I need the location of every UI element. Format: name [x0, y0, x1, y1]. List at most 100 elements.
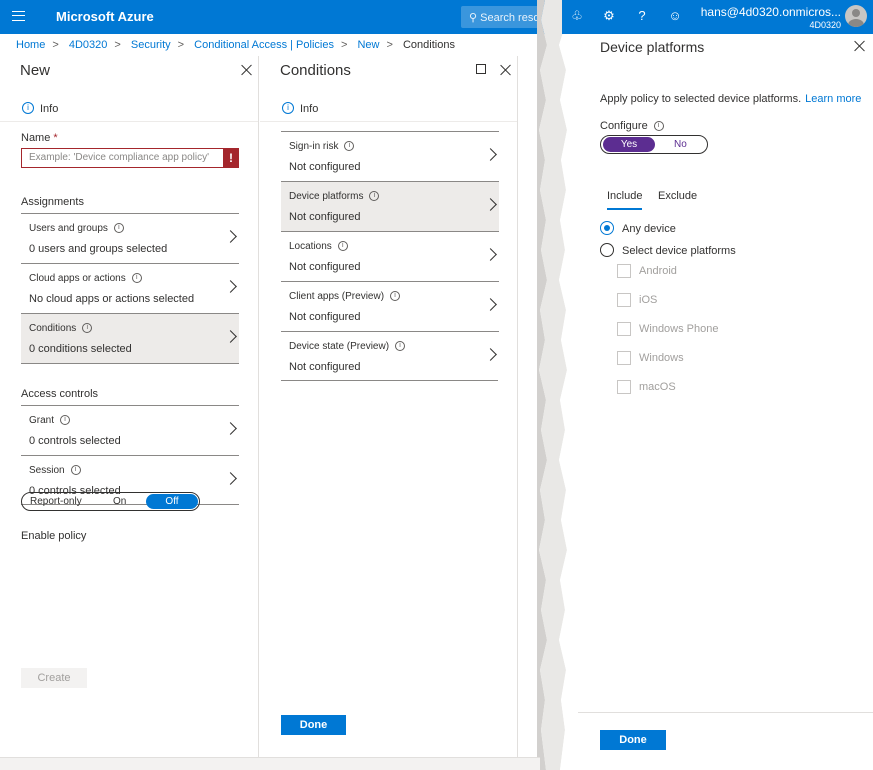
panel-title: Device platforms [600, 39, 705, 55]
divider [21, 363, 239, 364]
configure-toggle[interactable]: Yes No [600, 135, 708, 154]
info-icon: i [395, 341, 406, 352]
yes-option[interactable]: Yes [603, 137, 655, 152]
chevron-right-icon [224, 472, 237, 485]
torn-edge-divider [537, 0, 575, 770]
chevron-right-icon [484, 248, 497, 261]
info-row[interactable]: i Info [0, 94, 258, 122]
windows-label: Windows [639, 352, 684, 364]
ios-label: iOS [639, 294, 658, 306]
ios-checkbox[interactable] [617, 293, 631, 307]
tab-include[interactable]: Include [607, 190, 643, 210]
hamburger-menu-icon[interactable] [12, 11, 25, 21]
windows-phone-checkbox[interactable] [617, 322, 631, 336]
info-icon: i [282, 102, 294, 114]
breadcrumb-conditions: Conditions [402, 39, 455, 51]
account-email: hans@4d0320.onmicros... [700, 5, 841, 19]
sign-in-risk-item[interactable]: Sign-in risk i Not configured [281, 131, 499, 181]
account-info[interactable]: hans@4d0320.onmicros... 4D0320 [701, 5, 841, 30]
item-title: Client apps (Preview) i [289, 291, 401, 302]
select-platforms-label: Select device platforms [622, 245, 736, 257]
name-input[interactable]: Example: 'Device compliance app policy' … [21, 148, 239, 168]
avatar[interactable] [845, 5, 867, 27]
brand-title[interactable]: Microsoft Azure [56, 9, 154, 24]
breadcrumb-tenant[interactable]: 4D0320 [69, 39, 108, 51]
locations-item[interactable]: Locations i Not configured [281, 231, 499, 281]
chevron-right-icon [224, 422, 237, 435]
item-title: Locations i [289, 241, 348, 252]
error-icon: ! [223, 148, 239, 168]
done-button[interactable]: Done [281, 715, 346, 735]
any-device-label: Any device [622, 223, 676, 235]
search-icon: ⚲ [469, 12, 478, 24]
any-device-radio[interactable] [600, 221, 614, 235]
account-tenant: 4D0320 [809, 20, 841, 30]
item-title: Device state (Preview) i [289, 341, 406, 352]
chevron-right-icon [484, 348, 497, 361]
android-checkbox[interactable] [617, 264, 631, 278]
gear-icon[interactable]: ⚙ [602, 9, 616, 23]
grant-item[interactable]: Grant i 0 controls selected [21, 405, 239, 455]
chevron-right-icon: > [340, 39, 348, 51]
windows-checkbox[interactable] [617, 351, 631, 365]
info-icon: i [653, 121, 664, 132]
option-report-only[interactable]: Report-only [30, 496, 82, 507]
conditions-item[interactable]: Conditions i 0 conditions selected [21, 313, 239, 363]
learn-more-link[interactable]: Learn more [805, 93, 861, 105]
bell-icon[interactable]: ♧ [570, 9, 584, 23]
breadcrumb-policies[interactable]: Conditional Access | Policies [194, 39, 334, 51]
close-icon[interactable] [241, 64, 253, 76]
client-apps-item[interactable]: Client apps (Preview) i Not configured [281, 281, 499, 331]
tab-exclude[interactable]: Exclude [658, 190, 697, 208]
item-title: Cloud apps or actions i [29, 273, 142, 284]
maximize-icon[interactable] [476, 64, 486, 74]
cloud-apps-item[interactable]: Cloud apps or actions i No cloud apps or … [21, 263, 239, 313]
item-title: Conditions i [29, 323, 93, 334]
breadcrumb-home[interactable]: Home [16, 39, 45, 51]
create-button[interactable]: Create [21, 668, 87, 688]
option-off[interactable]: Off [146, 494, 198, 509]
item-value: Not configured [289, 361, 361, 373]
chevron-right-icon [224, 230, 237, 243]
smiley-feedback-icon[interactable]: ☺ [668, 9, 682, 23]
top-bar-right: ♧ ⚙ ? ☺ hans@4d0320.onmicros... 4D0320 [562, 0, 873, 34]
blade-title: Conditions [280, 62, 351, 79]
item-title: Users and groups i [29, 223, 124, 234]
configure-label: Configure i [600, 120, 664, 132]
enable-policy-toggle[interactable]: Report-only On Off [21, 492, 200, 511]
no-option[interactable]: No [674, 139, 687, 150]
info-icon: i [344, 141, 355, 152]
breadcrumb-new[interactable]: New [357, 39, 379, 51]
new-policy-blade: New i Info Name * Example: 'Device compl… [0, 56, 259, 768]
item-value: 0 conditions selected [29, 343, 132, 355]
device-platforms-item[interactable]: Device platforms i Not configured [281, 181, 499, 231]
windows-phone-label: Windows Phone [639, 323, 719, 335]
info-icon: i [22, 102, 34, 114]
info-icon: i [131, 273, 142, 284]
chevron-right-icon [224, 330, 237, 343]
close-icon[interactable] [854, 40, 866, 52]
done-button[interactable]: Done [600, 730, 666, 750]
name-placeholder: Example: 'Device compliance app policy' [29, 152, 210, 163]
close-icon[interactable] [500, 64, 512, 76]
device-state-item[interactable]: Device state (Preview) i Not configured [281, 331, 499, 381]
panel-description: Apply policy to selected device platform… [600, 93, 862, 105]
top-bar: Microsoft Azure ⚲ Search reso [0, 0, 561, 34]
option-on[interactable]: On [113, 496, 126, 507]
info-row[interactable]: i Info [260, 94, 517, 122]
info-icon: i [82, 323, 93, 334]
info-icon: i [113, 223, 124, 234]
required-mark: * [53, 132, 58, 144]
conditions-blade: Conditions i Info Sign-in risk i Not conf… [260, 56, 518, 768]
divider [281, 380, 498, 381]
blade-title: New [20, 62, 51, 79]
select-platforms-radio[interactable] [600, 243, 614, 257]
users-and-groups-item[interactable]: Users and groups i 0 users and groups sel… [21, 213, 239, 263]
footer-divider [578, 712, 873, 713]
assignments-heading: Assignments [21, 196, 84, 208]
breadcrumb-security[interactable]: Security [131, 39, 171, 51]
horizontal-scrollbar[interactable] [0, 757, 540, 770]
info-icon: i [70, 465, 81, 476]
help-icon[interactable]: ? [635, 9, 649, 23]
macos-checkbox[interactable] [617, 380, 631, 394]
